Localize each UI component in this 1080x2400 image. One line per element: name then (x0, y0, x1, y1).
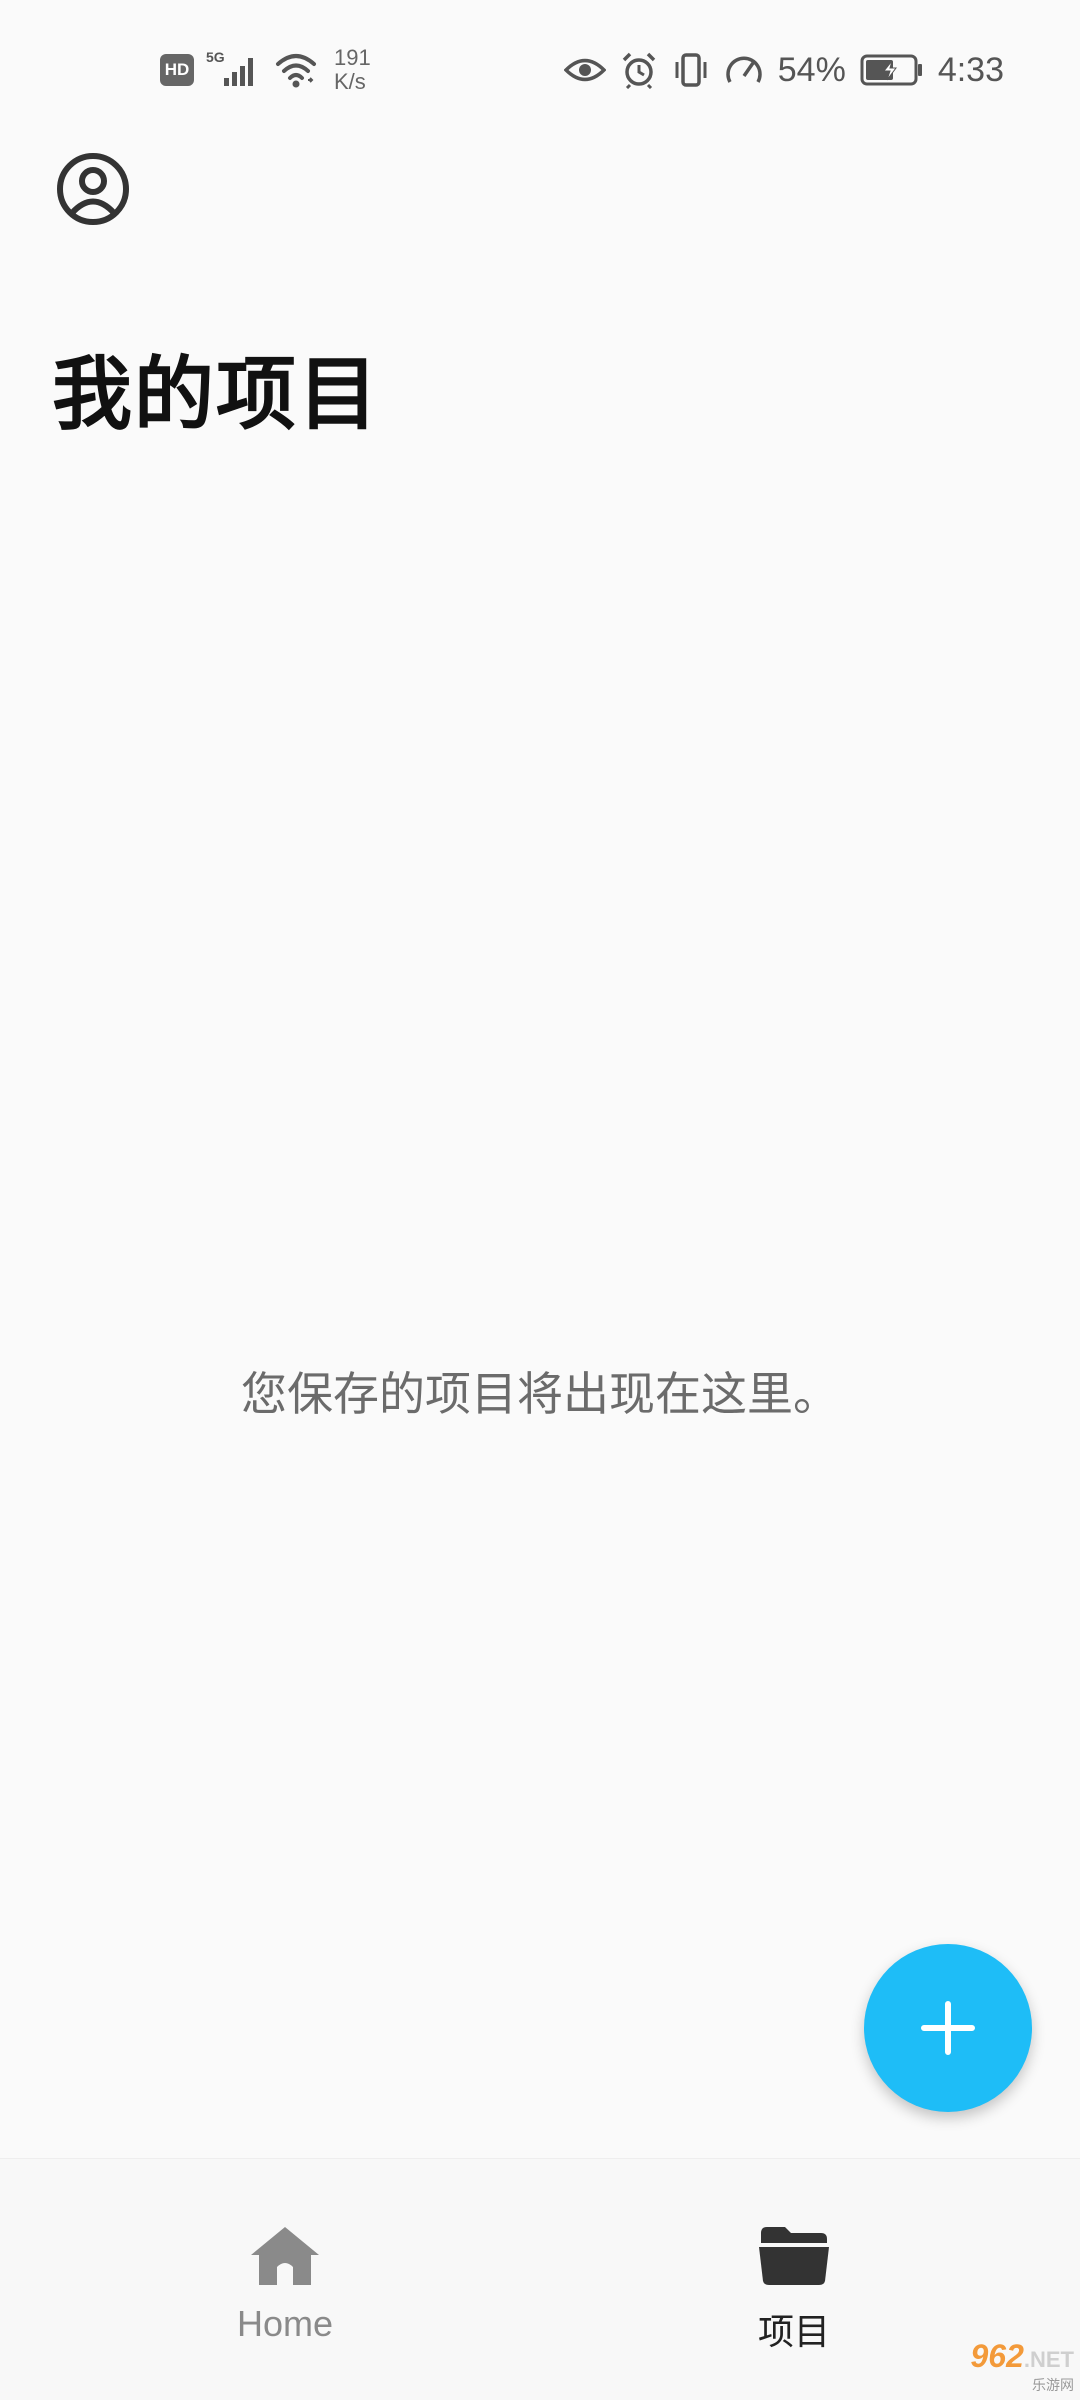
status-right: 54% 4:33 (563, 40, 1004, 100)
nav-label-home: Home (236, 2303, 334, 2344)
account-circle-icon (57, 153, 129, 225)
watermark-sub: 乐游网 (1032, 2378, 1074, 2394)
network-type-text: 5G (206, 49, 225, 65)
wifi-icon (274, 50, 318, 90)
nav-item-projects[interactable]: 项目 (664, 2223, 924, 2373)
bottom-navigation: Home 项目 962.NET 乐游网 (0, 2158, 1080, 2400)
folder-icon (759, 2227, 829, 2285)
network-speed: 191 K/s (334, 46, 371, 94)
account-button[interactable] (56, 152, 130, 226)
alarm-icon (620, 51, 658, 89)
cellular-signal-icon: 5G (206, 48, 262, 92)
status-left: HD 5G 191 K/s (160, 40, 371, 100)
watermark-brand: 962.NET (970, 2338, 1074, 2374)
add-project-button[interactable] (864, 1944, 1032, 2112)
watermark-logo: 962.NET 乐游网 (944, 2340, 1074, 2396)
speedometer-icon (724, 52, 764, 88)
battery-charging-icon (860, 53, 924, 87)
clock: 4:33 (937, 50, 1004, 89)
status-bar: HD 5G 191 K/s 54% 4:33 (0, 0, 1080, 140)
plus-icon (921, 2001, 975, 2055)
vibrate-icon (672, 52, 710, 88)
network-speed-unit: K/s (334, 69, 366, 94)
page-title: 我的项目 (52, 348, 380, 441)
eye-icon (563, 55, 606, 85)
nav-label-projects: 项目 (757, 2311, 830, 2352)
empty-state-message: 您保存的项目将出现在这里。 (241, 1367, 839, 1421)
network-speed-value: 191 (334, 45, 371, 70)
hd-badge: HD (160, 54, 194, 86)
home-icon (251, 2227, 319, 2285)
app-screen: HD 5G 191 K/s 54% 4:33 我的项目 您保存的项目将出现在这里… (0, 0, 1080, 2400)
battery-percentage: 54% (777, 50, 846, 89)
nav-item-home[interactable]: Home (155, 2223, 415, 2373)
